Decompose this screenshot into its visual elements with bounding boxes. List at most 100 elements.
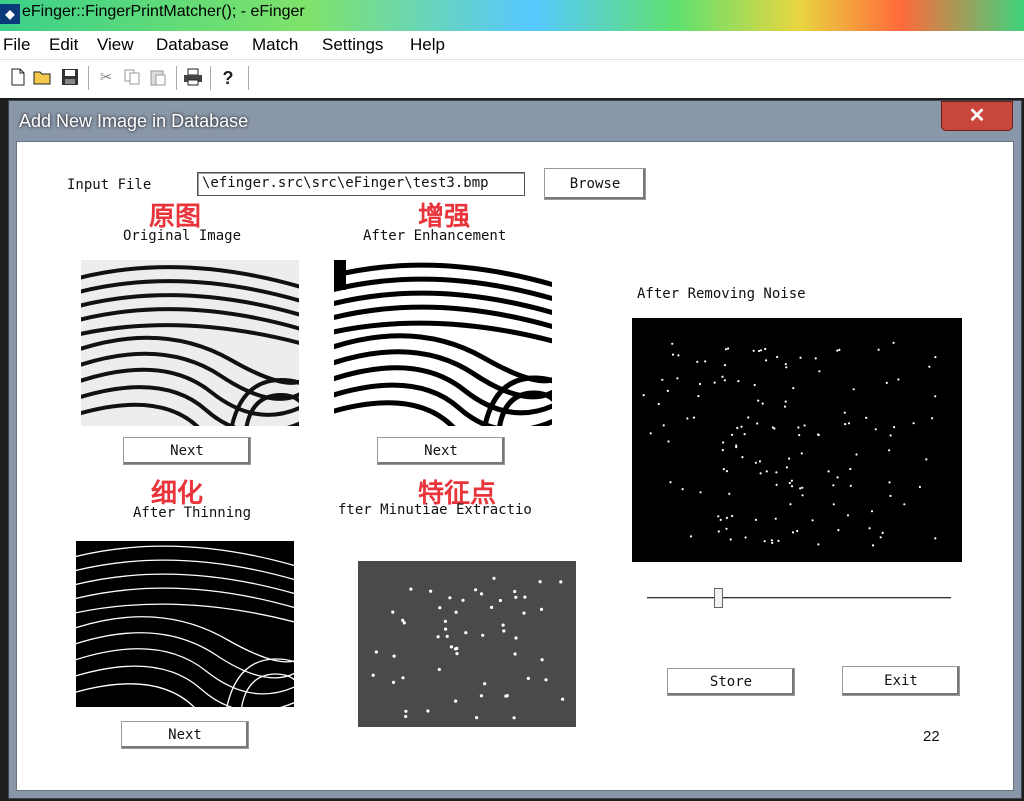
close-button[interactable]: ✕: [941, 101, 1013, 131]
minutia-point: [881, 531, 884, 534]
input-file-label: Input File: [67, 177, 152, 193]
minutia-point: [657, 402, 660, 406]
next-button-enhanced[interactable]: Next: [377, 437, 505, 465]
input-file-field[interactable]: \efinger.src\src\eFinger\test3.bmp: [197, 172, 525, 196]
minutia-point: [934, 356, 937, 359]
minutiae-image: [358, 561, 576, 727]
minutia-point: [724, 348, 728, 351]
menu-database[interactable]: Database: [156, 35, 229, 55]
minutia-point: [461, 598, 465, 602]
minutia-point: [879, 536, 882, 539]
minutia-point: [501, 623, 505, 627]
open-folder-icon[interactable]: [33, 68, 53, 88]
menu-match[interactable]: Match: [252, 35, 298, 55]
minutia-point: [699, 491, 702, 494]
minutia-point: [743, 433, 746, 436]
browse-button[interactable]: Browse: [544, 168, 646, 200]
minutia-point: [722, 468, 725, 471]
minutia-point: [827, 470, 830, 473]
dialog-title: Add New Image in Database: [19, 111, 249, 131]
minutia-point: [843, 411, 846, 414]
minutia-point: [753, 383, 756, 387]
minutia-point: [371, 673, 375, 677]
minutia-point: [874, 428, 877, 431]
minutia-point: [677, 354, 680, 357]
minutia-point: [704, 360, 707, 363]
minutia-point: [797, 426, 800, 429]
toolbar-separator: [248, 66, 249, 90]
minutia-point: [846, 514, 850, 517]
menu-help[interactable]: Help: [410, 35, 445, 55]
minutia-point: [513, 652, 517, 656]
minutia-point: [741, 456, 744, 459]
minutia-point: [731, 433, 734, 436]
minutia-point: [817, 543, 820, 546]
minutia-point: [538, 580, 542, 584]
minutia-point: [757, 399, 760, 402]
slider-thumb[interactable]: [714, 588, 723, 608]
minutia-point: [758, 460, 762, 463]
menu-file[interactable]: File: [3, 35, 30, 55]
minutia-point: [681, 488, 684, 491]
minutia-point: [402, 621, 406, 625]
minutia-point: [479, 592, 484, 596]
minutia-point: [761, 402, 764, 405]
save-icon[interactable]: [60, 68, 80, 88]
minutia-point: [721, 375, 724, 378]
enhanced-image: [334, 260, 552, 426]
exit-button[interactable]: Exit: [842, 666, 960, 696]
minutia-point: [849, 484, 852, 487]
minutia-point: [791, 531, 795, 534]
minutia-point: [889, 494, 892, 497]
minutia-point: [436, 635, 440, 639]
store-button[interactable]: Store: [667, 668, 795, 696]
app-title: eFinger::FingerPrintMatcher(); - eFinger: [22, 3, 305, 20]
minutia-point: [676, 377, 679, 380]
minutia-point: [392, 654, 396, 658]
cut-icon[interactable]: ✂: [96, 68, 116, 88]
print-icon[interactable]: [183, 68, 203, 88]
next-button-original[interactable]: Next: [123, 437, 251, 465]
minutia-point: [502, 629, 506, 633]
minutia-point: [513, 589, 517, 594]
minutia-point: [443, 619, 447, 623]
minutia-point: [736, 426, 739, 430]
minutia-point: [692, 416, 696, 419]
minutia-point: [752, 349, 755, 352]
minutia-point: [818, 370, 821, 373]
menu-view[interactable]: View: [97, 35, 134, 55]
minutia-point: [775, 483, 778, 486]
input-file-value: \efinger.src\src\eFinger\test3.bmp: [202, 175, 489, 191]
original-image-label: Original Image: [123, 228, 242, 244]
minutia-point: [774, 517, 777, 520]
minutia-point: [722, 441, 725, 444]
minutia-point: [747, 416, 750, 419]
minutia-point: [868, 527, 871, 530]
minutia-point: [474, 588, 478, 592]
minutia-point: [790, 479, 793, 482]
menu-edit[interactable]: Edit: [49, 35, 78, 55]
next-button-thinning[interactable]: Next: [121, 721, 249, 749]
minutia-point: [667, 440, 670, 443]
minutia-point: [374, 650, 378, 654]
minutia-point: [785, 466, 788, 469]
new-file-icon[interactable]: [8, 68, 28, 88]
minutia-point: [526, 676, 530, 680]
menu-settings[interactable]: Settings: [322, 35, 383, 55]
noise-image-label: After Removing Noise: [637, 286, 806, 302]
paste-icon[interactable]: [148, 68, 168, 88]
help-icon[interactable]: ?: [218, 68, 238, 88]
thinned-image: [76, 541, 294, 707]
minutia-point: [391, 680, 396, 684]
minutia-point: [918, 485, 921, 489]
minutia-point: [925, 458, 928, 461]
minutia-point: [445, 634, 449, 638]
minutia-point: [391, 610, 395, 614]
minutia-point: [728, 492, 731, 495]
copy-icon[interactable]: [122, 68, 142, 88]
minutia-point: [885, 381, 888, 384]
minutia-point: [671, 353, 675, 356]
minutia-point: [784, 400, 787, 403]
minutia-point: [814, 357, 817, 360]
slider-track[interactable]: [647, 597, 951, 599]
